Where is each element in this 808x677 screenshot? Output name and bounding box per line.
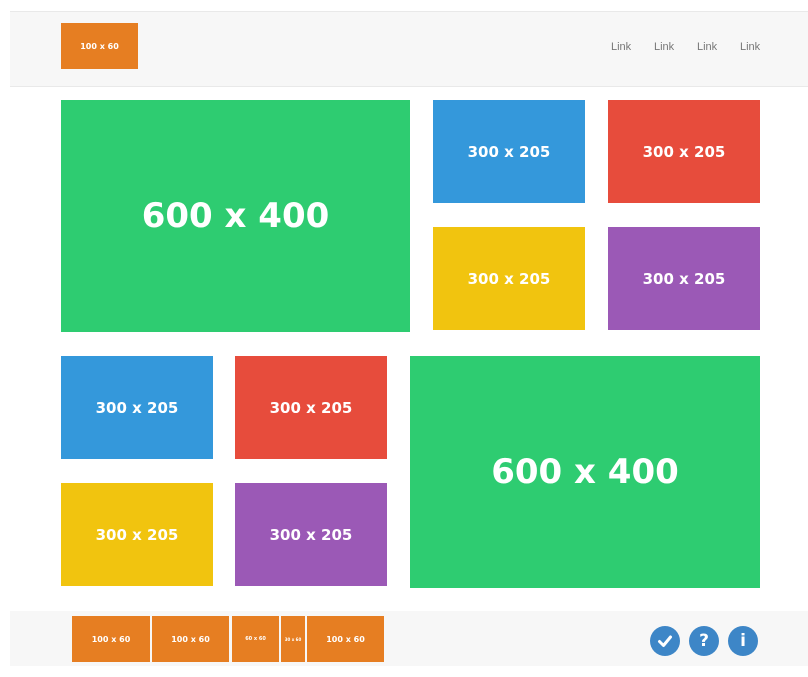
tile-label: 300 x 205	[95, 525, 179, 544]
tile-label: 300 x 205	[269, 398, 353, 417]
logo-placeholder[interactable]: 100 x 60	[61, 23, 138, 69]
thumb-label: 100 x 60	[326, 634, 365, 644]
tile-top-yellow: 300 x 205	[433, 227, 585, 330]
tile-label: 300 x 205	[642, 142, 726, 161]
tile-bottom-purple: 300 x 205	[235, 483, 387, 586]
nav-link-3[interactable]: Link	[697, 41, 717, 53]
nav-link-1[interactable]: Link	[611, 41, 631, 53]
tile-large-bottom: 600 x 400	[410, 356, 760, 588]
footer-thumb-5[interactable]: 100 x 60	[307, 616, 384, 662]
thumb-label: 60 x 60	[245, 636, 266, 642]
tile-large-top: 600 x 400	[61, 100, 410, 332]
question-icon[interactable]: ?	[689, 626, 719, 656]
tile-label: 300 x 205	[467, 269, 551, 288]
tile-label: 300 x 205	[642, 269, 726, 288]
tile-label: 600 x 400	[491, 452, 679, 492]
check-icon-glyph	[658, 635, 672, 647]
footer-thumb-1[interactable]: 100 x 60	[72, 616, 150, 662]
tile-label: 300 x 205	[95, 398, 179, 417]
thumb-label: 100 x 60	[171, 634, 210, 644]
nav-link-2[interactable]: Link	[654, 41, 674, 53]
tile-label: 300 x 205	[467, 142, 551, 161]
tile-top-blue: 300 x 205	[433, 100, 585, 203]
footer-thumb-2[interactable]: 100 x 60	[152, 616, 229, 662]
tile-bottom-blue: 300 x 205	[61, 356, 213, 459]
tile-top-purple: 300 x 205	[608, 227, 760, 330]
tile-top-red: 300 x 205	[608, 100, 760, 203]
tile-bottom-yellow: 300 x 205	[61, 483, 213, 586]
info-icon[interactable]: i	[728, 626, 758, 656]
footer-thumb-4[interactable]: 30 x 60	[281, 616, 305, 662]
footer-thumb-3[interactable]: 60 x 60	[232, 616, 279, 662]
nav-link-4[interactable]: Link	[740, 41, 760, 53]
check-icon[interactable]	[650, 626, 680, 656]
thumb-label: 100 x 60	[91, 634, 131, 644]
tile-label: 300 x 205	[269, 525, 353, 544]
thumb-label: 30 x 60	[284, 636, 302, 642]
tile-bottom-red: 300 x 205	[235, 356, 387, 459]
logo-label: 100 x 60	[80, 41, 119, 51]
tile-label: 600 x 400	[141, 196, 330, 236]
